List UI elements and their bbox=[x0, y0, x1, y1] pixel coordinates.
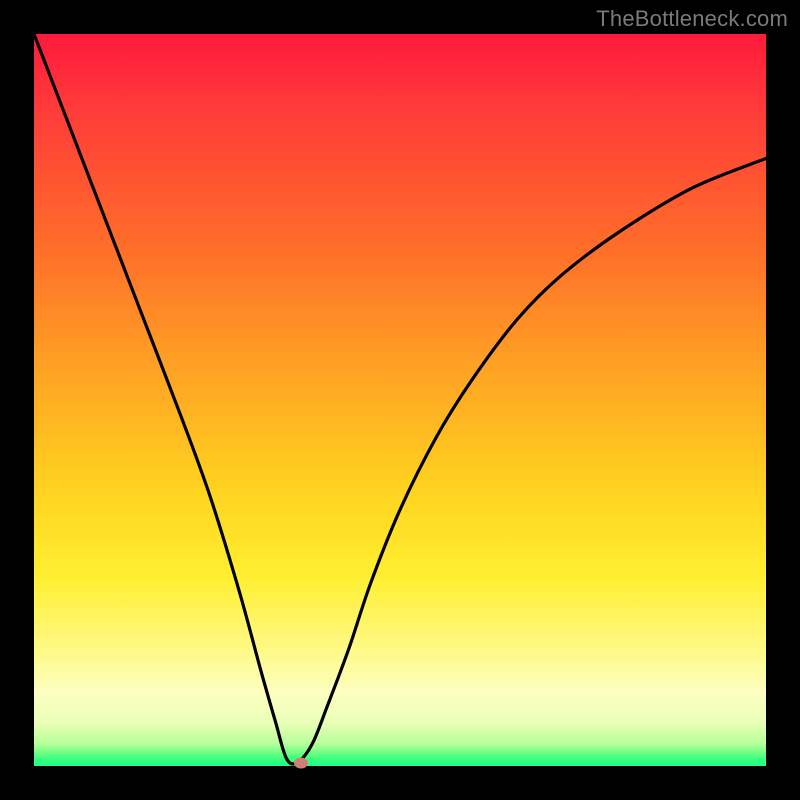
plot-area bbox=[34, 34, 766, 766]
minimum-marker bbox=[294, 758, 308, 769]
watermark-text: TheBottleneck.com bbox=[596, 6, 788, 32]
chart-frame: TheBottleneck.com bbox=[0, 0, 800, 800]
bottleneck-curve bbox=[34, 34, 766, 766]
